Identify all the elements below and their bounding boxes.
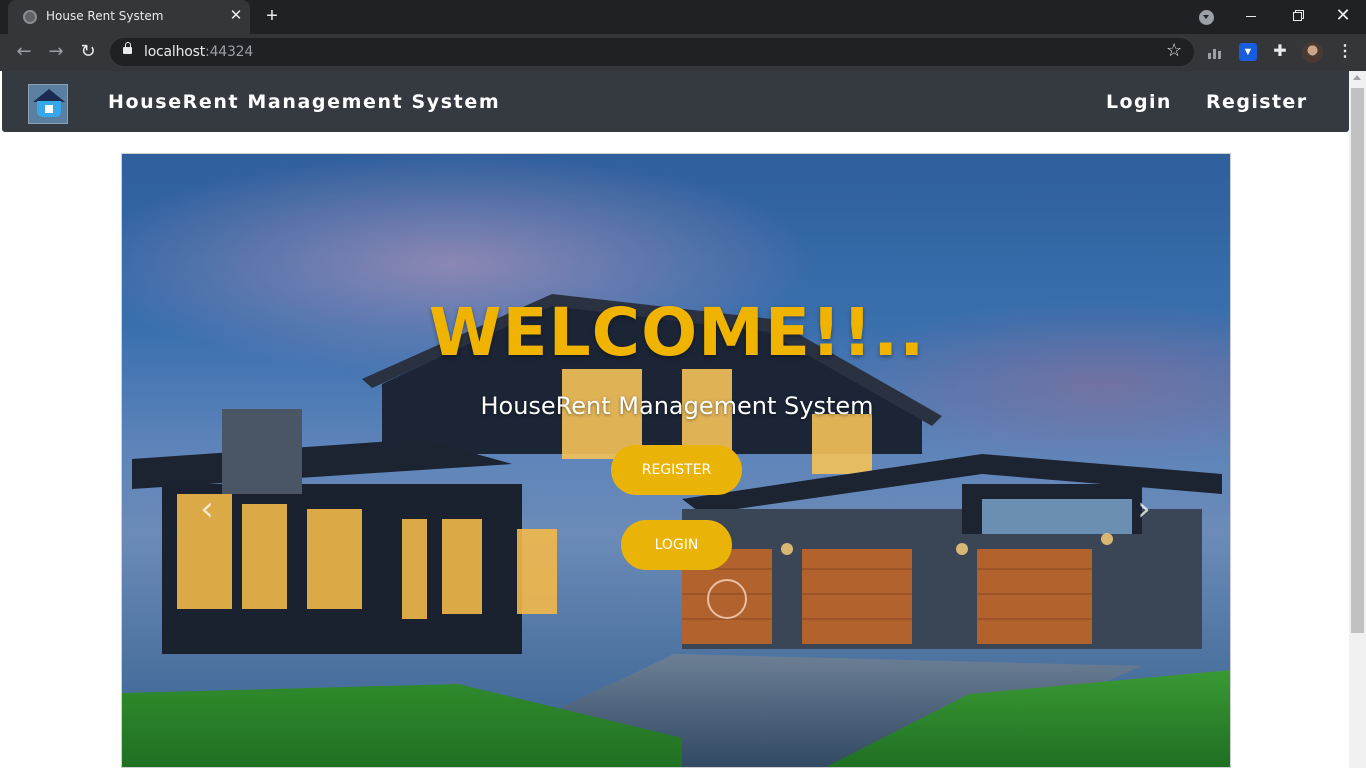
- back-arrow-icon[interactable]: ←: [13, 41, 35, 63]
- forward-arrow-icon[interactable]: →: [45, 41, 67, 63]
- carousel-prev-icon[interactable]: ‹: [192, 489, 222, 529]
- bookmark-star-icon[interactable]: ☆: [1166, 40, 1182, 61]
- extensions-puzzle-icon[interactable]: ✚: [1271, 43, 1289, 61]
- url-text: localhost:44324: [144, 44, 253, 60]
- new-tab-icon[interactable]: +: [262, 6, 282, 26]
- nav-register-link[interactable]: Register: [1206, 91, 1307, 113]
- window-close-button[interactable]: ✕: [1320, 0, 1366, 30]
- browser-tab[interactable]: House Rent System ✕: [8, 0, 250, 34]
- url-port: :44324: [205, 44, 254, 60]
- house-logo-icon[interactable]: [28, 84, 68, 124]
- hero-carousel: WELCOME!!.. HouseRent Management System …: [121, 153, 1231, 768]
- analytics-extension-icon[interactable]: [1207, 43, 1225, 61]
- restore-button[interactable]: [1274, 0, 1320, 30]
- page-scrollbar[interactable]: [1349, 71, 1366, 768]
- hero-subtitle: HouseRent Management System: [480, 392, 874, 420]
- hero-login-button[interactable]: LOGIN: [621, 520, 732, 570]
- page-viewport: HouseRent Management System Login Regist…: [0, 71, 1366, 768]
- scrollbar-thumb[interactable]: [1351, 88, 1364, 633]
- close-tab-icon[interactable]: ✕: [227, 7, 245, 25]
- address-bar[interactable]: localhost:44324 ☆: [110, 38, 1194, 66]
- profile-avatar[interactable]: [1302, 42, 1323, 63]
- bitwarden-extension-icon[interactable]: ▼: [1239, 43, 1257, 61]
- lock-icon[interactable]: [123, 42, 132, 54]
- site-navbar: HouseRent Management System Login Regist…: [2, 71, 1349, 132]
- globe-icon: [23, 10, 37, 24]
- scroll-up-arrow-icon[interactable]: [1353, 75, 1361, 80]
- browser-toolbar: ← → ↻ localhost:44324 ☆ ▼ ✚ ⋮: [0, 34, 1366, 71]
- hero-content: WELCOME!!.. HouseRent Management System …: [122, 154, 1230, 767]
- browser-menu-icon[interactable]: ⋮: [1335, 42, 1355, 62]
- tab-title: House Rent System: [46, 9, 164, 23]
- carousel-next-icon[interactable]: ›: [1129, 489, 1159, 529]
- minimize-button[interactable]: [1228, 0, 1274, 30]
- tab-search-icon[interactable]: [1199, 10, 1214, 25]
- hero-title: WELCOME!!..: [428, 294, 926, 371]
- hero-register-button[interactable]: REGISTER: [611, 445, 742, 495]
- brand-title[interactable]: HouseRent Management System: [108, 91, 500, 113]
- reload-icon[interactable]: ↻: [77, 41, 99, 63]
- nav-login-link[interactable]: Login: [1106, 91, 1172, 113]
- browser-tabstrip: House Rent System ✕ + ✕: [0, 0, 1366, 34]
- url-host: localhost: [144, 44, 206, 60]
